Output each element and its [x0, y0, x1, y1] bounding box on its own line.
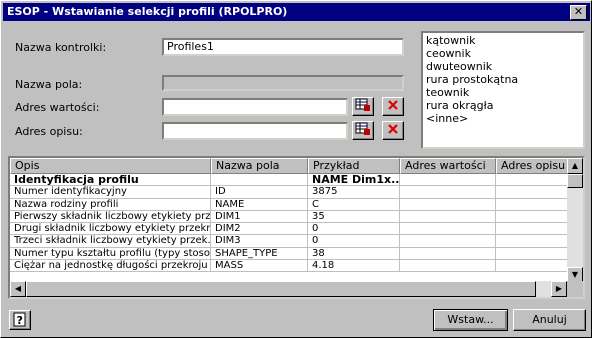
scroll-corner [567, 281, 583, 297]
grid-header: Opis Nazwa pola Przykład Adres wartości … [10, 158, 570, 174]
field-name-input [162, 75, 404, 91]
horizontal-scroll-thumb[interactable] [26, 281, 536, 297]
window-title: ESOP - Wstawianie selekcji profili (RPOL… [7, 5, 288, 18]
table-cell-nazwa[interactable]: MASS [211, 260, 308, 273]
table-row[interactable]: Nazwa rodziny profili NAME C [10, 198, 570, 211]
table-row[interactable]: Pierwszy składnik liczbowy etykiety prz.… [10, 210, 570, 224]
column-header-nazwa-pola[interactable]: Nazwa pola [211, 158, 308, 174]
table-cell-adres_w[interactable] [400, 223, 496, 236]
table-row[interactable]: Ciężar na jednostkę długości przekroju MA… [10, 260, 570, 273]
table-cell-adres_o[interactable] [496, 247, 570, 261]
column-header-adres-wartosci[interactable]: Adres wartości [400, 158, 496, 174]
value-address-label: Adres wartości: [15, 101, 100, 114]
table-pick-icon [355, 122, 371, 139]
table-cell-przyklad[interactable]: C [308, 198, 400, 211]
table-cell-adres_o[interactable] [496, 223, 570, 236]
vertical-scrollbar[interactable]: ▲ ▼ [567, 158, 583, 283]
table-cell-nazwa[interactable]: DIM2 [211, 223, 308, 236]
column-header-przyklad[interactable]: Przykład [308, 158, 400, 174]
list-item[interactable]: teownik [426, 86, 580, 99]
value-address-pick-button[interactable] [352, 97, 374, 116]
table-cell-adres_w[interactable] [400, 174, 496, 187]
red-x-icon [387, 123, 399, 138]
scroll-up-arrow[interactable]: ▲ [567, 158, 583, 174]
table-cell-adres_o[interactable] [496, 174, 570, 187]
list-item[interactable]: rura prostokątna [426, 73, 580, 86]
svg-text:?: ? [17, 314, 23, 327]
fields-grid[interactable]: Opis Nazwa pola Przykład Adres wartości … [8, 156, 585, 299]
value-address-input[interactable] [162, 98, 348, 116]
table-cell-adres_o[interactable] [496, 186, 570, 199]
table-cell-przyklad[interactable]: 35 [308, 210, 400, 224]
list-item[interactable]: dwuteownik [426, 60, 580, 73]
list-item[interactable]: <inne> [426, 112, 580, 125]
help-button[interactable]: ? [9, 310, 31, 330]
table-cell-adres_o[interactable] [496, 260, 570, 273]
table-cell-opis[interactable]: Drugi składnik liczbowy etykiety przekr.… [10, 223, 211, 236]
table-cell-nazwa[interactable]: DIM3 [211, 235, 308, 248]
table-row[interactable]: Trzeci składnik liczbowy etykiety przek.… [10, 235, 570, 248]
table-cell-adres_o[interactable] [496, 198, 570, 211]
table-cell-przyklad[interactable]: 38 [308, 247, 400, 261]
vertical-scroll-thumb[interactable] [567, 174, 583, 188]
table-cell-opis[interactable]: Ciężar na jednostkę długości przekroju [10, 260, 211, 273]
dialog-window: ESOP - Wstawianie selekcji profili (RPOL… [0, 0, 592, 338]
table-cell-adres_w[interactable] [400, 198, 496, 211]
help-icon: ? [12, 312, 28, 331]
horizontal-scrollbar[interactable]: ◀ ▶ [10, 281, 567, 297]
column-header-opis[interactable]: Opis [10, 158, 211, 174]
desc-address-pick-button[interactable] [352, 121, 374, 140]
table-cell-przyklad[interactable]: 4.18 [308, 260, 400, 273]
desc-address-input[interactable] [162, 122, 348, 140]
cancel-button[interactable]: Anuluj [513, 309, 586, 331]
table-pick-icon [355, 98, 371, 115]
list-item[interactable]: ceownik [426, 47, 580, 60]
table-cell-przyklad[interactable]: 0 [308, 223, 400, 236]
table-cell-przyklad[interactable]: 3875 [308, 186, 400, 199]
table-cell-opis[interactable]: Numer typu kształtu profilu (typy stoso.… [10, 247, 211, 261]
scroll-right-arrow[interactable]: ▶ [551, 281, 567, 297]
table-cell-nazwa[interactable]: SHAPE_TYPE [211, 247, 308, 261]
insert-button[interactable]: Wstaw... [433, 309, 508, 331]
control-name-label: Nazwa kontrolki: [15, 41, 107, 54]
table-cell-opis[interactable]: Pierwszy składnik liczbowy etykiety prz.… [10, 210, 211, 224]
desc-address-label: Adres opisu: [15, 125, 83, 138]
table-cell-przyklad[interactable]: NAME Dim1x... [308, 174, 400, 187]
field-name-label: Nazwa pola: [15, 78, 83, 91]
list-item[interactable]: kątownik [426, 34, 580, 47]
table-cell-opis[interactable]: Identyfikacja profilu [10, 174, 211, 187]
table-row[interactable]: Drugi składnik liczbowy etykiety przekr.… [10, 223, 570, 236]
table-cell-nazwa[interactable]: NAME [211, 198, 308, 211]
table-cell-opis[interactable]: Nazwa rodziny profili [10, 198, 211, 211]
table-cell-adres_w[interactable] [400, 210, 496, 224]
table-row[interactable]: Numer typu kształtu profilu (typy stoso.… [10, 247, 570, 261]
table-cell-adres_w[interactable] [400, 247, 496, 261]
table-cell-adres_w[interactable] [400, 260, 496, 273]
list-item[interactable]: rura okrągła [426, 99, 580, 112]
scroll-left-arrow[interactable]: ◀ [10, 281, 26, 297]
column-header-adres-opisu[interactable]: Adres opisu [496, 158, 570, 174]
grid-rows: Identyfikacja profilu NAME Dim1x... Numer … [10, 174, 570, 273]
table-cell-opis[interactable]: Numer identyfikacyjny [10, 186, 211, 199]
title-bar[interactable]: ESOP - Wstawianie selekcji profili (RPOL… [3, 3, 590, 21]
table-cell-opis[interactable]: Trzeci składnik liczbowy etykiety przek.… [10, 235, 211, 248]
table-cell-nazwa[interactable]: DIM1 [211, 210, 308, 224]
profile-type-list[interactable]: kątownik ceownik dwuteownik rura prostok… [421, 31, 585, 149]
table-cell-nazwa[interactable] [211, 174, 308, 187]
value-address-clear-button[interactable] [382, 97, 404, 116]
table-cell-adres_o[interactable] [496, 235, 570, 248]
table-cell-przyklad[interactable]: 0 [308, 235, 400, 248]
table-cell-adres_o[interactable] [496, 210, 570, 224]
red-x-icon [387, 99, 399, 114]
close-button[interactable]: ✕ [570, 5, 587, 20]
table-row[interactable]: Identyfikacja profilu NAME Dim1x... [10, 174, 570, 187]
desc-address-clear-button[interactable] [382, 121, 404, 140]
table-row[interactable]: Numer identyfikacyjny ID 3875 [10, 186, 570, 199]
table-cell-adres_w[interactable] [400, 235, 496, 248]
control-name-input[interactable]: Profiles1 [162, 38, 404, 56]
table-cell-adres_w[interactable] [400, 186, 496, 199]
table-cell-nazwa[interactable]: ID [211, 186, 308, 199]
